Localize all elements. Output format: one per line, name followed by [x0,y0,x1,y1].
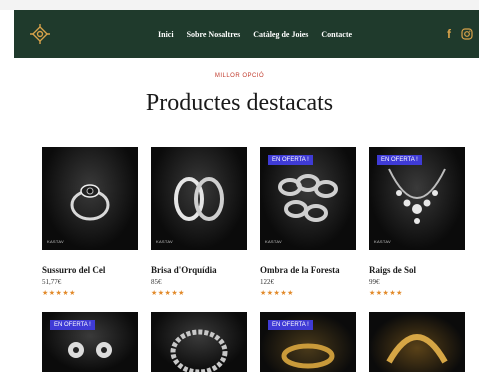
jewel-logo-icon[interactable] [28,22,52,46]
product-image[interactable]: KASTAV [151,147,247,250]
sale-badge: EN OFERTA ! [377,155,422,165]
brand-mark: KASTAV [374,239,391,244]
instagram-icon[interactable] [461,28,473,40]
main-nav: Inici Sobre Nosaltres Catàleg de Joies C… [158,10,352,58]
nav-sobre-nosaltres[interactable]: Sobre Nosaltres [187,30,241,39]
product-image[interactable] [151,312,247,372]
product-price: 99€ [369,278,380,286]
product-image[interactable]: EN OFERTA ! [260,312,356,372]
nav-contacte[interactable]: Contacte [321,30,352,39]
nav-inici[interactable]: Inici [158,30,174,39]
facebook-icon[interactable]: f [447,27,451,41]
top-strip [0,0,479,10]
brand-mark: KASTAV [47,239,64,244]
section-kicker: MILLOR OPCIÓ [214,73,265,79]
product-image[interactable]: KASTAV [42,147,138,250]
hoop-earrings-icon [174,177,224,221]
product-image[interactable]: EN OFERTA ! KASTAV [369,147,465,250]
product-name[interactable]: Ombra de la Foresta [260,265,340,275]
brand-mark: KASTAV [156,239,173,244]
product-price: 51,77€ [42,278,62,286]
gold-cuff-icon [386,334,448,364]
brand-mark: KASTAV [265,239,282,244]
site-header: Inici Sobre Nosaltres Catàleg de Joies C… [14,10,479,58]
bracelet-icon [170,329,228,372]
product-price: 85€ [151,278,162,286]
product-name[interactable]: Raigs de Sol [369,265,416,275]
sale-badge: EN OFERTA ! [50,320,95,330]
product-name[interactable]: Brisa d'Orquídia [151,265,217,275]
sale-badge: EN OFERTA ! [268,320,313,330]
product-image[interactable] [369,312,465,372]
sale-badge: EN OFERTA ! [268,155,313,165]
product-name[interactable]: Sussurro del Cel [42,265,105,275]
product-image[interactable]: EN OFERTA ! [42,312,138,372]
rating-stars: ★★★★★ [369,289,403,297]
section-title: Productes destacats [145,90,334,116]
social-links: f [447,10,473,58]
nav-cataleg-de-joies[interactable]: Catàleg de Joies [253,30,308,39]
rating-stars: ★★★★★ [42,289,76,297]
product-price: 122€ [260,278,274,286]
product-image[interactable]: EN OFERTA ! KASTAV [260,147,356,250]
rating-stars: ★★★★★ [260,289,294,297]
ring-icon [70,184,110,221]
rating-stars: ★★★★★ [151,289,185,297]
